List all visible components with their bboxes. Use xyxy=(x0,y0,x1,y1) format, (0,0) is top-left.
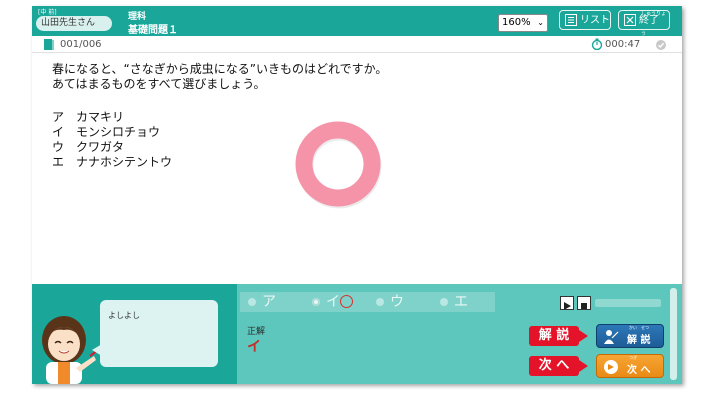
chevron-down-icon: ⌄ xyxy=(537,18,544,27)
check-circle-icon xyxy=(656,40,666,50)
bottom-panel: よしよし ア イ ウ エ 正解 イ 解 説 次 へ かい せつ 解 説 つぎ 次… xyxy=(32,284,682,384)
stop-icon xyxy=(581,303,587,309)
elapsed-timer: 000:47 xyxy=(605,39,641,50)
teacher-pointer-icon xyxy=(604,330,619,344)
stop-button[interactable] xyxy=(577,296,591,310)
audio-progress-bar[interactable] xyxy=(595,299,661,307)
explanation-tag: 解 説 xyxy=(529,326,579,346)
question-counter: 001/006 xyxy=(60,39,102,50)
explanation-button-label: 解 説 xyxy=(627,335,651,346)
next-button[interactable]: つぎ 次 へ xyxy=(596,354,664,378)
question-meta-row: 001/006 000:47 xyxy=(32,38,682,53)
answer-option-label: ア xyxy=(262,294,276,310)
play-icon xyxy=(564,302,571,310)
app-window: [中 前] 山田先生さん 理科 基礎問題１ 160% ⌄ リスト しゅうりょう xyxy=(32,6,682,384)
choice-key: ウ xyxy=(52,140,65,154)
answer-options-bar: ア イ ウ エ xyxy=(240,292,495,312)
next-tag: 次 へ xyxy=(529,356,579,376)
list-button[interactable]: リスト xyxy=(559,10,611,30)
correct-mark-icon xyxy=(340,295,353,308)
radio-dot xyxy=(312,298,320,306)
answer-option-u[interactable]: ウ xyxy=(376,292,416,312)
choice-text: ナナホシテントウ xyxy=(76,155,173,169)
choice-key: エ xyxy=(52,155,65,169)
header-bar: [中 前] 山田先生さん 理科 基礎問題１ 160% ⌄ リスト しゅうりょう xyxy=(32,6,682,37)
answer-option-e[interactable]: エ xyxy=(440,292,480,312)
explanation-tag-arrow xyxy=(579,330,588,342)
correct-ring-icon xyxy=(295,121,382,209)
correct-answer-value: イ xyxy=(247,339,261,355)
next-tag-arrow xyxy=(579,360,588,372)
choice-list: アカマキリ イモンシロチョウ ウクワガタ エナナホシテントウ xyxy=(52,110,172,170)
answer-option-label: ウ xyxy=(390,294,404,310)
answer-panel: ア イ ウ エ 正解 イ 解 説 次 へ かい せつ 解 説 つぎ 次 へ xyxy=(237,284,682,384)
zoom-value: 160% xyxy=(502,17,531,28)
next-button-label: 次 へ xyxy=(627,365,651,376)
explanation-button[interactable]: かい せつ 解 説 xyxy=(596,324,664,348)
answer-option-label: エ xyxy=(454,294,468,310)
answer-option-a[interactable]: ア xyxy=(248,292,288,312)
answer-option-i[interactable]: イ xyxy=(312,292,362,312)
question-book-icon xyxy=(44,39,54,50)
choice-text: カマキリ xyxy=(76,110,125,124)
end-button[interactable]: しゅうりょう 終了 xyxy=(618,10,670,37)
choice-item: ウクワガタ xyxy=(52,140,172,155)
choice-text: クワガタ xyxy=(76,140,125,154)
speech-text: よしよし xyxy=(108,311,140,320)
header-caption: [中 前] xyxy=(38,9,57,16)
radio-dot xyxy=(376,298,384,306)
choice-item: エナナホシテントウ xyxy=(52,155,172,170)
choice-key: イ xyxy=(52,125,65,139)
close-box-icon xyxy=(624,14,636,26)
choice-key: ア xyxy=(52,110,65,124)
question-text: 春になると、“さなぎから成虫になる”いきものはどれですか。 あてはまるものをすべ… xyxy=(52,62,387,92)
list-button-label: リスト xyxy=(580,15,610,26)
arrow-right-circle-icon xyxy=(604,360,618,374)
stopwatch-icon xyxy=(591,38,603,50)
list-icon xyxy=(565,14,577,26)
choice-text: モンシロチョウ xyxy=(76,125,161,139)
end-button-label: 終了 xyxy=(639,15,659,26)
answer-option-label: イ xyxy=(326,294,340,310)
question-line: 春になると、“さなぎから成虫になる”いきものはどれですか。 xyxy=(52,62,388,76)
radio-dot xyxy=(440,298,448,306)
panel-scrollbar[interactable] xyxy=(670,288,677,380)
user-name-badge: 山田先生さん xyxy=(36,16,112,31)
choice-item: アカマキリ xyxy=(52,110,172,125)
radio-dot xyxy=(248,298,256,306)
teacher-character-icon xyxy=(42,316,99,384)
speech-bubble: よしよし xyxy=(100,300,218,367)
lesson-title: 基礎問題１ xyxy=(128,25,178,36)
play-button[interactable] xyxy=(560,296,574,310)
zoom-select[interactable]: 160% ⌄ xyxy=(498,14,548,32)
question-line: あてはまるものをすべて選びましょう。 xyxy=(52,77,266,91)
choice-item: イモンシロチョウ xyxy=(52,125,172,140)
